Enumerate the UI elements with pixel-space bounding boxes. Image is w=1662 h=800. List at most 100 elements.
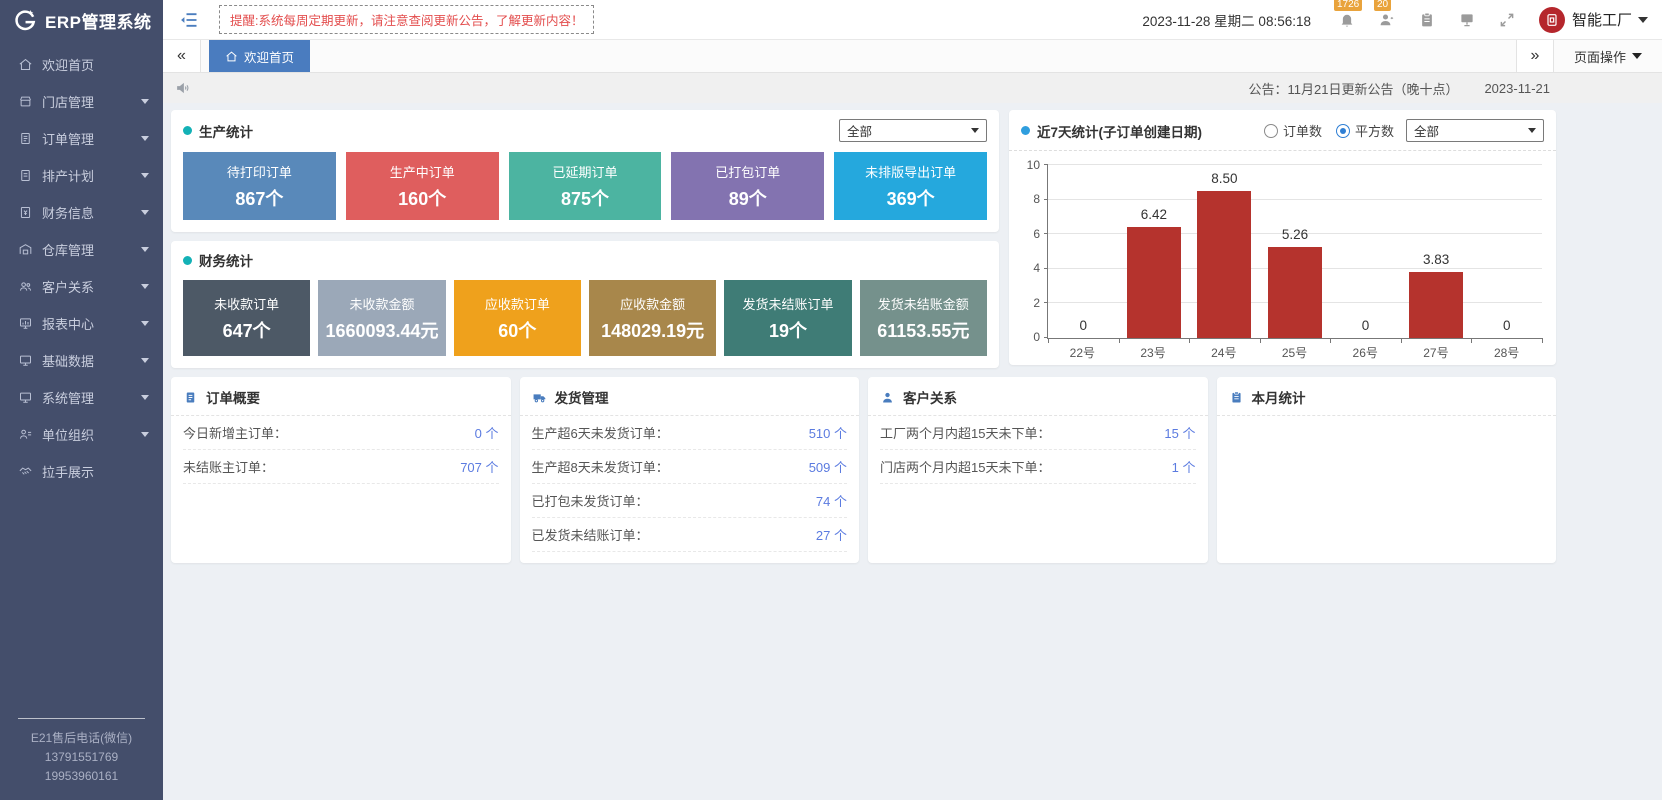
tab-welcome-home[interactable]: 欢迎首页	[209, 40, 310, 72]
production-stat-card[interactable]: 生产中订单160个	[346, 152, 499, 220]
summary-row-value[interactable]: 0 个	[475, 423, 499, 442]
y-tick-label: 4	[1033, 261, 1040, 275]
stat-card-value: 160个	[398, 185, 446, 211]
summary-row: 工厂两个月内超15天未下单：15 个	[880, 416, 1196, 450]
summary-row: 生产超8天未发货订单：509 个	[532, 450, 848, 484]
stat-card-value: 19个	[769, 317, 807, 343]
truck-icon	[532, 390, 547, 405]
stat-card-label: 发货未结账订单	[742, 294, 833, 313]
sidebar-item-report[interactable]: 报表中心	[0, 305, 163, 342]
username-label[interactable]: 智能工厂	[1572, 9, 1632, 30]
section-dot-icon	[1021, 126, 1030, 135]
monitor-icon[interactable]	[1458, 11, 1476, 29]
user-caret-down-icon[interactable]	[1638, 17, 1648, 23]
sidebar-item-label: 系统管理	[42, 388, 94, 407]
finance-stat-card[interactable]: 应收款订单60个	[454, 280, 581, 356]
section-dot-icon	[183, 126, 192, 135]
menu-fold-icon[interactable]	[179, 10, 199, 30]
x-axis-label: 27号	[1423, 344, 1448, 361]
chart-plot-area: 06.428.505.2603.830	[1047, 165, 1542, 339]
gridline	[1048, 199, 1542, 200]
production-filter-select[interactable]: 全部	[839, 119, 987, 142]
fullscreen-icon[interactable]	[1498, 11, 1516, 29]
sidebar-item-label: 报表中心	[42, 314, 94, 333]
radio-dot-icon	[1336, 124, 1350, 138]
app-title: ERP管理系统	[45, 8, 151, 33]
summary-row-value[interactable]: 510 个	[809, 423, 847, 442]
tabs-scroll-left-button[interactable]: «	[163, 40, 201, 72]
report-icon	[18, 316, 33, 331]
production-stat-card[interactable]: 已延期订单 875个	[509, 152, 662, 220]
finance-stat-card[interactable]: 未收款订单647个	[183, 280, 310, 356]
stat-card-value: 647个	[223, 317, 271, 343]
speaker-icon[interactable]	[175, 80, 191, 96]
chart-filter-select[interactable]: 全部	[1406, 119, 1544, 142]
y-tick-label: 10	[1027, 158, 1040, 172]
sidebar-item-label: 门店管理	[42, 92, 94, 111]
y-tick	[1044, 199, 1048, 200]
finance-stat-card[interactable]: 发货未结账订单 19个	[724, 280, 851, 356]
sidebar-item-home[interactable]: 欢迎首页	[0, 46, 163, 83]
production-stat-card[interactable]: 未排版导出订单 369个	[834, 152, 987, 220]
stat-card-value: 148029.19元	[601, 317, 704, 343]
sidebar-item-warehouse[interactable]: 仓库管理	[0, 231, 163, 268]
summary-row-value[interactable]: 707 个	[460, 457, 498, 476]
sidebar-item-data[interactable]: 基础数据	[0, 342, 163, 379]
stat-card-label: 已延期订单	[552, 162, 617, 181]
stat-card-label: 待打印订单	[227, 162, 292, 181]
page-actions-dropdown[interactable]: 页面操作	[1554, 40, 1662, 72]
summary-row-value[interactable]: 74 个	[816, 491, 847, 510]
chart-y-axis: 0246810	[1019, 165, 1047, 337]
logo-icon	[12, 7, 38, 33]
finance-stat-card[interactable]: 发货未结账金额61153.55元	[860, 280, 987, 356]
finance-stat-card[interactable]: 应收款金额148029.19元	[589, 280, 716, 356]
sidebar-item-finance[interactable]: 财务信息	[0, 194, 163, 231]
customers-icon	[18, 279, 33, 294]
stat-card-label: 未排版导出订单	[865, 162, 956, 181]
bar	[1409, 272, 1463, 338]
production-stat-card[interactable]: 已打包订单89个	[671, 152, 824, 220]
user-notifications-icon[interactable]: 20	[1378, 11, 1396, 29]
sidebar-item-plan[interactable]: 排产计划	[0, 157, 163, 194]
chart-radio-0[interactable]: 订单数	[1264, 121, 1322, 140]
datetime-display: 2023-11-28 星期二 08:56:18	[1142, 10, 1311, 30]
stat-card-value: 875个	[561, 185, 609, 211]
summary-row: 门店两个月内超15天未下单：1 个	[880, 450, 1196, 484]
panel-month-stats: 本月统计	[1217, 377, 1557, 563]
sidebar-item-handshake[interactable]: 拉手展示	[0, 453, 163, 490]
bar-chart: 0246810 06.428.505.2603.830 22号23号24号25号…	[1009, 151, 1556, 365]
tabs-scroll-right-button[interactable]: »	[1516, 40, 1554, 72]
sidebar-item-system[interactable]: 系统管理	[0, 379, 163, 416]
stat-card-value: 369个	[887, 185, 935, 211]
finance-stat-card[interactable]: 未收款金额1660093.44元	[318, 280, 445, 356]
top-header: 提醒:系统每周定期更新，请注意查阅更新公告，了解更新内容！ 2023-11-28…	[163, 0, 1662, 40]
summary-row-value[interactable]: 1 个	[1172, 457, 1196, 476]
sidebar-item-customer[interactable]: 客户关系	[0, 268, 163, 305]
sidebar-item-order[interactable]: 订单管理	[0, 120, 163, 157]
erp-app: ERP管理系统 欢迎首页门店管理订单管理排产计划财务信息仓库管理客户关系报表中心…	[0, 0, 1662, 800]
announcement-text[interactable]: 公告：11月21日更新公告（晚十点）	[1248, 79, 1458, 98]
tab-bar: « 欢迎首页 » 页面操作	[163, 40, 1662, 73]
sidebar-item-label: 仓库管理	[42, 240, 94, 259]
chart-radio-1[interactable]: 平方数	[1336, 121, 1394, 140]
y-tick-label: 6	[1033, 227, 1040, 241]
plan-icon	[18, 168, 33, 183]
production-stat-card[interactable]: 待打印订单867个	[183, 152, 336, 220]
summary-row-value[interactable]: 27 个	[816, 525, 847, 544]
sidebar-item-org[interactable]: 单位组织	[0, 416, 163, 453]
bar-value-label: 0	[1503, 318, 1511, 333]
sidebar: ERP管理系统 欢迎首页门店管理订单管理排产计划财务信息仓库管理客户关系报表中心…	[0, 0, 163, 800]
page-actions-caret-icon	[1632, 53, 1642, 59]
bar-value-label: 0	[1362, 318, 1370, 333]
x-axis-label: 26号	[1353, 344, 1378, 361]
summary-row-value[interactable]: 15 个	[1164, 423, 1195, 442]
radio-dot-icon	[1264, 124, 1278, 138]
summary-panels-row: 订单概要今日新增主订单：0 个未结账主订单：707 个发货管理生产超6天未发货订…	[171, 377, 1556, 563]
sidebar-item-store[interactable]: 门店管理	[0, 83, 163, 120]
summary-row-value[interactable]: 509 个	[809, 457, 847, 476]
summary-row-label: 今日新增主订单：	[183, 423, 287, 442]
bar	[1197, 191, 1251, 338]
bell-icon[interactable]: 1726	[1338, 11, 1356, 29]
user-avatar[interactable]	[1539, 7, 1565, 33]
clipboard-icon[interactable]	[1418, 11, 1436, 29]
